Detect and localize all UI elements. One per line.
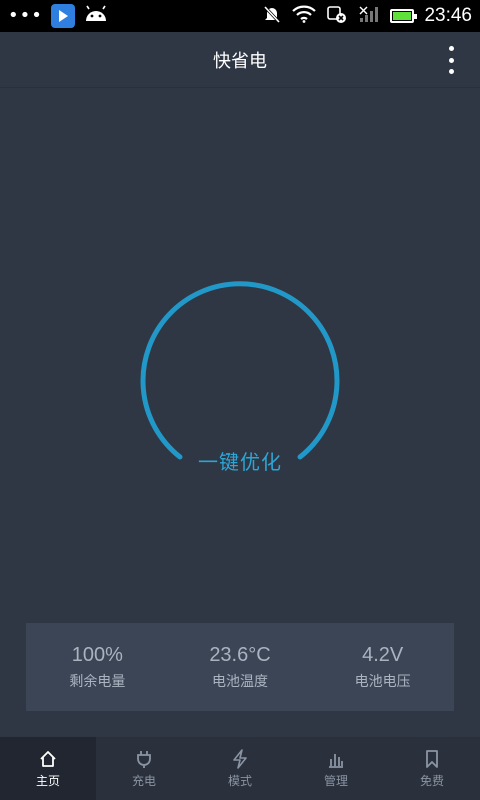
more-options-button[interactable] xyxy=(444,46,458,74)
battery-fill xyxy=(393,12,412,20)
stat-value: 23.6°C xyxy=(209,643,271,666)
plug-icon xyxy=(137,750,151,768)
stat-label: 剩余电量 xyxy=(69,673,126,690)
optimize-button[interactable]: 一键优化 xyxy=(130,446,350,475)
clock: 23:46 xyxy=(424,5,472,26)
wifi-icon xyxy=(292,5,317,27)
nav-label: 免费 xyxy=(419,773,444,788)
lightning-icon xyxy=(233,748,247,769)
page-title: 快省电 xyxy=(213,50,267,72)
stat-value: 4.2V xyxy=(362,643,404,666)
nav-label: 充电 xyxy=(131,773,156,788)
gauge-arc xyxy=(140,281,340,460)
home-icon xyxy=(40,750,56,767)
bar-chart-icon xyxy=(329,753,343,768)
play-store-icon xyxy=(50,4,75,28)
stat-label: 电池温度 xyxy=(212,673,268,690)
nav-tab-home[interactable]: 主页 xyxy=(0,737,96,800)
battery-icon xyxy=(390,9,418,23)
overflow-menu-icon xyxy=(448,46,454,51)
status-bar: ••• 23:46 xyxy=(0,0,480,32)
app-bar: 快省电 xyxy=(0,32,480,88)
mute-icon xyxy=(262,4,282,28)
stat-battery-voltage: 4.2V 电池电压 xyxy=(311,623,454,711)
stat-remaining-charge: 100% 剩余电量 xyxy=(26,623,169,711)
battery-stats-panel: 100% 剩余电量 23.6°C 电池温度 4.2V 电池电压 xyxy=(26,623,454,711)
bookmark-icon xyxy=(426,749,438,768)
signal-icon xyxy=(358,5,380,27)
sync-blocked-icon xyxy=(326,4,348,28)
nav-label: 模式 xyxy=(227,773,252,788)
bottom-navigation: 主页 充电 模式 管理 免费 xyxy=(0,737,480,800)
nav-tab-free[interactable]: 免费 xyxy=(384,737,480,800)
overflow-dot xyxy=(448,57,454,63)
more-dots-icon: ••• xyxy=(8,5,43,26)
nav-tab-charge[interactable]: 充电 xyxy=(96,737,192,800)
nav-label: 主页 xyxy=(35,773,60,788)
nav-tab-mode[interactable]: 模式 xyxy=(192,737,288,800)
stat-value: 100% xyxy=(71,643,123,666)
nav-tab-manage[interactable]: 管理 xyxy=(288,737,384,800)
android-icon xyxy=(83,4,109,28)
overflow-dot xyxy=(448,69,454,74)
stat-label: 电池电压 xyxy=(354,673,411,690)
stat-battery-temperature: 23.6°C 电池温度 xyxy=(169,623,312,711)
nav-label: 管理 xyxy=(323,773,348,788)
